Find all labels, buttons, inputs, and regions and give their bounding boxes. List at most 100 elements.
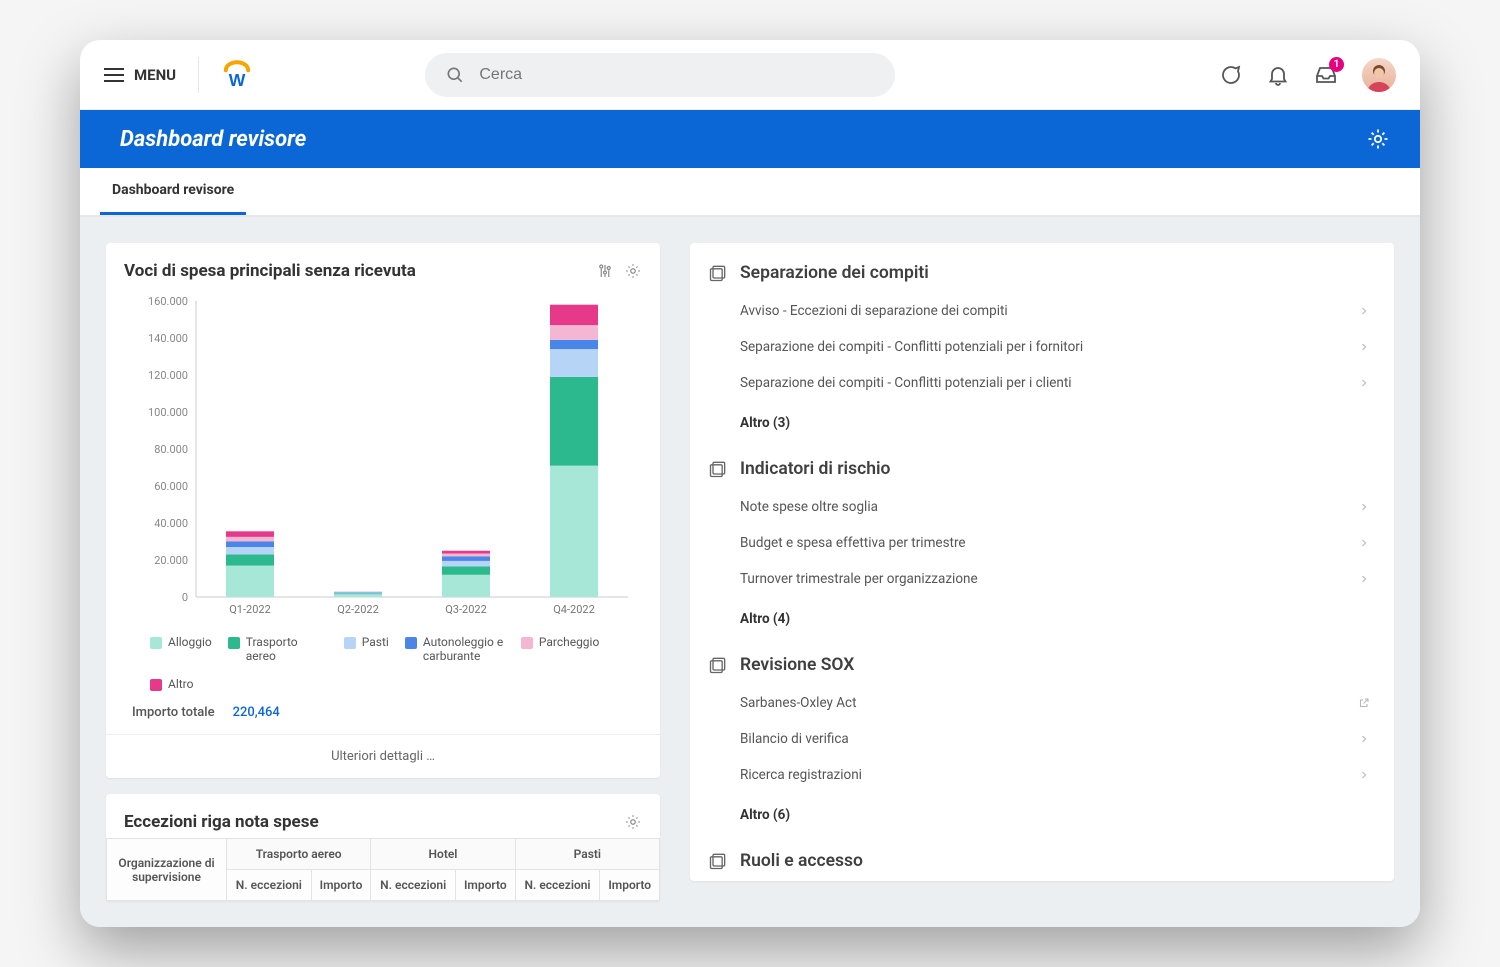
- gear-icon[interactable]: [624, 262, 642, 280]
- legend-label: Autonoleggio e carburante: [423, 635, 505, 663]
- stacked-bar-chart: 020.00040.00060.00080.000100.000120.0001…: [124, 287, 642, 625]
- tab-bar: Dashboard revisore: [80, 168, 1420, 217]
- link-row[interactable]: Note spese oltre soglia: [708, 489, 1376, 525]
- chevron-right-icon: [1358, 573, 1370, 585]
- link-row[interactable]: Separazione dei compiti - Conflitti pote…: [708, 365, 1376, 401]
- link-label: Sarbanes-Oxley Act: [740, 695, 857, 711]
- total-amount-label: Importo totale: [132, 705, 215, 720]
- chart-legend: Alloggio Trasporto aereo Pasti Autonoleggio…: [124, 625, 642, 699]
- search-input[interactable]: [479, 66, 875, 84]
- section-header: Separazione dei compiti: [708, 259, 1376, 293]
- page-settings-gear-icon[interactable]: [1366, 127, 1390, 151]
- card-footer-link[interactable]: Ulteriori dettagli …: [106, 734, 660, 778]
- section-header: Indicatori di rischio: [708, 455, 1376, 489]
- chevron-right-icon: [1358, 377, 1370, 389]
- menu-label: MENU: [134, 66, 176, 84]
- card-title: Eccezioni riga nota spese: [124, 812, 319, 832]
- table-subheader: Importo: [600, 870, 660, 901]
- svg-text:Q4-2022: Q4-2022: [553, 603, 595, 616]
- link-row[interactable]: Budget e spesa effettiva per trimestre: [708, 525, 1376, 561]
- svg-text:W: W: [229, 70, 246, 90]
- workday-logo[interactable]: W: [221, 59, 253, 91]
- svg-text:80.000: 80.000: [154, 443, 188, 456]
- section-title: Ruoli e accesso: [740, 851, 863, 871]
- external-link-icon: [1358, 697, 1370, 709]
- top-bar: MENU W 1: [80, 40, 1420, 110]
- chevron-right-icon: [1358, 537, 1370, 549]
- link-row[interactable]: Turnover trimestrale per organizzazione: [708, 561, 1376, 597]
- application-window: MENU W 1 Dashboard revisore: [80, 40, 1420, 927]
- legend-item[interactable]: Autonoleggio e carburante: [405, 635, 505, 663]
- page-title: Dashboard revisore: [120, 127, 306, 152]
- section-collection-icon: [708, 459, 728, 479]
- link-row[interactable]: Ricerca registrazioni: [708, 757, 1376, 793]
- exceptions-table-card: Eccezioni riga nota spese Organizzazione…: [106, 794, 660, 901]
- link-label: Avviso - Eccezioni di separazione dei co…: [740, 303, 1008, 319]
- link-label: Budget e spesa effettiva per trimestre: [740, 535, 966, 551]
- legend-label: Parcheggio: [539, 635, 599, 649]
- link-row[interactable]: Bilancio di verifica: [708, 721, 1376, 757]
- legend-swatch: [344, 637, 356, 649]
- table-header: Trasporto aereo: [227, 839, 371, 870]
- table-subheader: N. eccezioni: [371, 870, 456, 901]
- link-label: Note spese oltre soglia: [740, 499, 878, 515]
- title-bar: Dashboard revisore: [80, 110, 1420, 168]
- table-subheader: Importo: [311, 870, 371, 901]
- legend-item[interactable]: Pasti: [344, 635, 389, 649]
- right-column: Separazione dei compiti Avviso - Eccezion…: [690, 243, 1394, 881]
- legend-swatch: [521, 637, 533, 649]
- tab-dashboard-revisore[interactable]: Dashboard revisore: [100, 168, 246, 215]
- total-amount-row: Importo totale 220,464: [124, 699, 642, 734]
- svg-text:20.000: 20.000: [154, 554, 188, 567]
- section-title: Indicatori di rischio: [740, 459, 890, 479]
- link-label: Separazione dei compiti - Conflitti pote…: [740, 375, 1072, 391]
- legend-item[interactable]: Alloggio: [150, 635, 212, 649]
- legend-item[interactable]: Altro: [150, 677, 193, 691]
- more-link[interactable]: Altro (3): [708, 401, 1376, 451]
- table-header: Pasti: [515, 839, 659, 870]
- content-area: Voci di spesa principali senza ricevuta …: [80, 217, 1420, 927]
- link-label: Bilancio di verifica: [740, 731, 849, 747]
- legend-swatch: [228, 637, 240, 649]
- svg-text:160.000: 160.000: [148, 295, 188, 308]
- exceptions-table: Organizzazione di supervisione Trasporto…: [106, 838, 660, 901]
- filter-icon[interactable]: [596, 262, 614, 280]
- section-header: Revisione SOX: [708, 651, 1376, 685]
- table-header: Organizzazione di supervisione: [107, 839, 227, 901]
- search-icon: [445, 65, 465, 85]
- legend-label: Altro: [168, 677, 193, 691]
- legend-label: Alloggio: [168, 635, 212, 649]
- search-bar[interactable]: [425, 53, 895, 97]
- divider: [198, 57, 199, 93]
- bell-icon[interactable]: [1266, 63, 1290, 87]
- hamburger-icon: [104, 68, 124, 82]
- more-link[interactable]: Altro (6): [708, 793, 1376, 843]
- total-amount-value: 220,464: [233, 705, 280, 720]
- legend-item[interactable]: Parcheggio: [521, 635, 599, 649]
- link-label: Turnover trimestrale per organizzazione: [740, 571, 978, 587]
- chevron-right-icon: [1358, 305, 1370, 317]
- more-link[interactable]: Altro (4): [708, 597, 1376, 647]
- chevron-right-icon: [1358, 341, 1370, 353]
- section-title: Separazione dei compiti: [740, 263, 929, 283]
- table-subheader: N. eccezioni: [515, 870, 600, 901]
- table-subheader: N. eccezioni: [227, 870, 312, 901]
- section-collection-icon: [708, 851, 728, 871]
- gear-icon[interactable]: [624, 813, 642, 831]
- section-collection-icon: [708, 263, 728, 283]
- inbox-icon[interactable]: 1: [1314, 63, 1338, 87]
- legend-swatch: [150, 679, 162, 691]
- legend-item[interactable]: Trasporto aereo: [228, 635, 328, 663]
- link-row[interactable]: Sarbanes-Oxley Act: [708, 685, 1376, 721]
- legend-swatch: [150, 637, 162, 649]
- avatar[interactable]: [1362, 58, 1396, 92]
- link-row[interactable]: Separazione dei compiti - Conflitti pote…: [708, 329, 1376, 365]
- svg-text:0: 0: [182, 591, 188, 604]
- chevron-right-icon: [1358, 501, 1370, 513]
- link-label: Separazione dei compiti - Conflitti pote…: [740, 339, 1083, 355]
- chat-icon[interactable]: [1218, 63, 1242, 87]
- svg-text:Q1-2022: Q1-2022: [229, 603, 271, 616]
- link-row[interactable]: Avviso - Eccezioni di separazione dei co…: [708, 293, 1376, 329]
- menu-button[interactable]: MENU: [104, 66, 176, 84]
- legend-label: Pasti: [362, 635, 389, 649]
